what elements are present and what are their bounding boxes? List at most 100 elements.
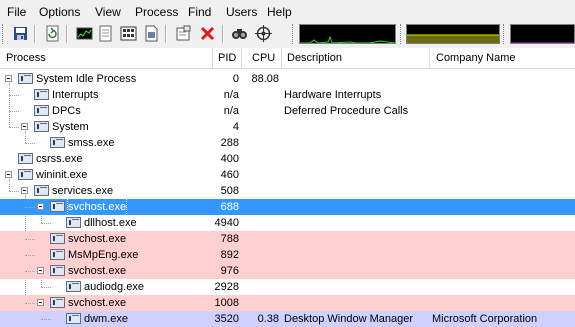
tree-connector (25, 271, 35, 272)
handle-view-icon[interactable] (120, 25, 137, 42)
menu-process[interactable]: Process (135, 5, 178, 19)
collapse-toggle-icon[interactable] (37, 299, 44, 306)
target-icon[interactable] (255, 25, 272, 42)
process-name: svchost.exe (66, 198, 128, 216)
collapse-toggle-icon[interactable] (37, 203, 44, 210)
tree-connector (9, 191, 19, 192)
process-cpu (231, 119, 279, 135)
column-pid[interactable]: PID (218, 48, 236, 68)
column-divider (281, 48, 282, 68)
table-row[interactable]: System Idle Process 0 88.08 (0, 71, 575, 87)
process-name: MsMpEng.exe (68, 249, 139, 261)
toolbar-grip[interactable] (292, 24, 296, 44)
toolbar-grip[interactable] (400, 24, 404, 44)
tree-connector (25, 255, 35, 256)
process-name: System Idle Process (36, 73, 137, 85)
table-row[interactable]: Interrupts n/a Hardware Interrupts (0, 87, 575, 103)
table-row[interactable]: svchost.exe 1008 (0, 295, 575, 311)
commit-graph[interactable] (406, 24, 500, 44)
process-name: dwm.exe (84, 313, 129, 325)
process-name: dllhost.exe (84, 217, 137, 229)
table-row[interactable]: svchost.exe 976 (0, 263, 575, 279)
find-icon[interactable] (231, 25, 248, 42)
process-cpu (231, 87, 279, 103)
column-cpu[interactable]: CPU (252, 48, 275, 68)
column-company[interactable]: Company Name (436, 48, 515, 68)
process-icon (18, 169, 33, 180)
process-cpu: 88.08 (251, 73, 279, 85)
process-name: svchost.exe (68, 297, 127, 309)
table-row[interactable]: System 4 (0, 119, 575, 135)
process-cpu: 0.38 (257, 313, 279, 325)
menu-file[interactable]: File (7, 5, 26, 19)
properties-icon[interactable] (175, 25, 192, 42)
table-row[interactable]: DPCs n/a Deferred Procedure Calls (0, 103, 575, 119)
toolbar-grip[interactable] (503, 24, 507, 44)
process-name: audiodg.exe (84, 281, 144, 293)
save-icon[interactable] (12, 25, 29, 42)
process-icon (34, 105, 49, 116)
process-cpu (231, 183, 279, 199)
table-row[interactable]: dwm.exe 3520 0.38 Desktop Window Manager Mic… (0, 311, 575, 327)
column-description[interactable]: Description (287, 48, 342, 68)
collapse-toggle-icon[interactable] (5, 171, 12, 178)
collapse-toggle-icon[interactable] (21, 123, 28, 130)
menu-bar: File Options View Process Find Users Hel… (0, 0, 575, 22)
tree-connector (41, 319, 51, 320)
process-icon (66, 217, 81, 228)
column-divider (212, 48, 213, 68)
collapse-toggle-icon[interactable] (37, 267, 44, 274)
table-row[interactable]: svchost.exe 688 (0, 198, 575, 216)
process-cpu (231, 247, 279, 263)
process-cpu (231, 279, 279, 295)
dll-view-icon[interactable] (97, 25, 114, 42)
table-row[interactable]: csrss.exe 400 (0, 151, 575, 167)
tree-connector (9, 95, 19, 96)
table-row[interactable]: smss.exe 288 (0, 135, 575, 151)
system-info-icon[interactable] (76, 25, 93, 42)
menu-view[interactable]: View (95, 5, 121, 19)
process-company: Microsoft Corporation (432, 313, 538, 325)
table-row[interactable]: wininit.exe 460 (0, 167, 575, 183)
collapse-toggle-icon[interactable] (21, 187, 28, 194)
tree-connector (41, 287, 51, 288)
toolbar-grip[interactable] (2, 24, 6, 44)
process-icon (50, 249, 65, 260)
process-icon (18, 73, 33, 84)
toolbar-separator (66, 25, 68, 43)
tree-connector (25, 239, 35, 240)
process-icon (50, 265, 65, 276)
menu-help[interactable]: Help (267, 5, 292, 19)
process-name: csrss.exe (36, 153, 83, 165)
process-cpu (231, 215, 279, 231)
process-tree: System Idle Process 0 88.08 Interrupts n/a Ha… (0, 69, 575, 327)
process-name: services.exe (52, 185, 114, 197)
column-divider (241, 48, 242, 68)
cpu-graph[interactable] (299, 24, 396, 44)
process-cpu (231, 103, 279, 119)
process-name: svchost.exe (68, 233, 127, 245)
column-header: Process PID CPU Description Company Name (0, 48, 575, 69)
menu-users[interactable]: Users (226, 5, 257, 19)
tree-connector (25, 207, 35, 208)
io-graph[interactable] (510, 24, 575, 44)
tree-connector (9, 127, 19, 128)
table-row[interactable]: MsMpEng.exe 892 (0, 247, 575, 263)
column-process[interactable]: Process (6, 48, 46, 68)
table-row[interactable]: audiodg.exe 2928 (0, 279, 575, 295)
process-name: smss.exe (68, 137, 115, 149)
process-description: Deferred Procedure Calls (284, 105, 409, 117)
table-row[interactable]: dllhost.exe 4940 (0, 215, 575, 231)
process-description: Hardware Interrupts (284, 89, 382, 101)
table-row[interactable]: services.exe 508 (0, 183, 575, 199)
menu-options[interactable]: Options (39, 5, 80, 19)
tree-connector (41, 223, 51, 224)
refresh-icon[interactable] (44, 25, 61, 42)
table-row[interactable]: svchost.exe 788 (0, 231, 575, 247)
menu-find[interactable]: Find (188, 5, 211, 19)
kill-process-icon[interactable] (199, 25, 216, 42)
dll-file-icon[interactable] (143, 25, 160, 42)
process-icon (34, 121, 49, 132)
process-name: System (52, 121, 89, 133)
collapse-toggle-icon[interactable] (5, 75, 12, 82)
